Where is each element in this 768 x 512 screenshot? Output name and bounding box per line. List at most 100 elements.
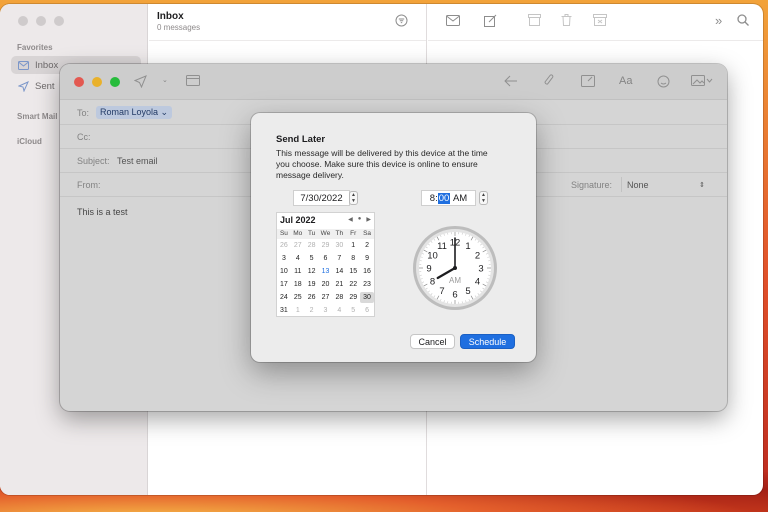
calendar-day[interactable]: 2 <box>305 305 319 316</box>
subject-input[interactable]: Test email <box>117 156 158 166</box>
calendar-day[interactable]: 24 <box>277 292 291 303</box>
calendar-day[interactable]: 29 <box>346 292 360 303</box>
cancel-button[interactable]: Cancel <box>410 334 455 349</box>
minimize-button[interactable] <box>92 77 102 87</box>
calendar-day[interactable]: 5 <box>305 253 319 264</box>
weekday-label: We <box>320 230 331 237</box>
calendar-weekday-header: Su Mo Tu We Th Fr Sa <box>277 229 374 239</box>
chevron-updown-icon: ⇕ <box>699 181 705 189</box>
zoom-button[interactable] <box>54 16 64 26</box>
date-input[interactable]: 7/30/2022 <box>293 190 350 206</box>
emoji-icon[interactable] <box>657 75 670 90</box>
calendar-day[interactable]: 4 <box>291 253 305 264</box>
clock-number: 5 <box>465 286 470 297</box>
calendar-day[interactable]: 22 <box>346 279 360 290</box>
today-dot-icon[interactable]: ● <box>358 216 362 223</box>
calendar-day[interactable]: 6 <box>360 305 374 316</box>
calendar-day[interactable]: 20 <box>319 279 333 290</box>
calendar-day[interactable]: 28 <box>332 292 346 303</box>
calendar-day[interactable]: 26 <box>305 292 319 303</box>
calendar-day[interactable]: 5 <box>346 305 360 316</box>
calendar-day[interactable]: 1 <box>291 305 305 316</box>
window-controls <box>74 77 120 87</box>
reply-icon[interactable] <box>504 75 518 89</box>
attachment-icon[interactable] <box>544 74 554 90</box>
format-text-icon[interactable]: Aa <box>619 75 632 87</box>
calendar-day[interactable]: 30 <box>360 292 374 303</box>
to-label: To: <box>77 108 90 118</box>
calendar-day[interactable]: 11 <box>291 266 305 277</box>
envelope-icon <box>17 59 29 71</box>
cc-label: Cc: <box>77 132 91 142</box>
calendar-day[interactable]: 27 <box>291 240 305 251</box>
calendar-day[interactable]: 9 <box>360 253 374 264</box>
calendar-day[interactable]: 12 <box>305 266 319 277</box>
recipient-token[interactable]: Roman Loyola ⌄ <box>96 106 173 119</box>
calendar-day[interactable]: 4 <box>332 305 346 316</box>
calendar-day[interactable]: 23 <box>360 279 374 290</box>
clock-number: 6 <box>452 290 457 301</box>
time-ampm[interactable]: AM <box>453 193 467 204</box>
calendar-day[interactable]: 13 <box>319 266 333 277</box>
calendar-month-label: Jul 2022 <box>280 215 316 225</box>
sidebar-section-favorites: Favorites <box>17 43 53 52</box>
send-icon[interactable] <box>133 75 147 90</box>
calendar-day[interactable]: 1 <box>346 240 360 251</box>
calendar-day[interactable]: 18 <box>291 279 305 290</box>
search-icon[interactable] <box>737 14 749 28</box>
clock-number: 1 <box>465 241 470 252</box>
calendar-day[interactable]: 6 <box>319 253 333 264</box>
calendar-day[interactable]: 8 <box>346 253 360 264</box>
calendar-day[interactable]: 15 <box>346 266 360 277</box>
calendar-day[interactable]: 25 <box>291 292 305 303</box>
calendar-day[interactable]: 29 <box>319 240 333 251</box>
calendar-day[interactable]: 3 <box>319 305 333 316</box>
calendar-day[interactable]: 26 <box>277 240 291 251</box>
archive-icon[interactable] <box>528 14 541 28</box>
minimize-button[interactable] <box>36 16 46 26</box>
chevron-down-icon[interactable]: ⌄ <box>162 76 168 84</box>
subject-label: Subject: <box>77 156 110 166</box>
more-chevron-icon[interactable]: » <box>715 14 722 27</box>
zoom-button[interactable] <box>110 77 120 87</box>
clock-number: 3 <box>478 264 483 275</box>
paper-plane-icon <box>17 80 29 92</box>
calendar-day[interactable]: 30 <box>332 240 346 251</box>
time-input[interactable]: 8:00 AM <box>421 190 476 206</box>
photo-browser-icon[interactable] <box>691 75 713 89</box>
trash-icon[interactable] <box>561 14 572 28</box>
time-stepper[interactable]: ▲ ▼ <box>479 191 488 205</box>
calendar-day[interactable]: 14 <box>332 266 346 277</box>
dialog-title: Send Later <box>276 134 326 145</box>
calendar-day[interactable]: 31 <box>277 305 291 316</box>
time-minute[interactable]: 00 <box>437 192 451 204</box>
schedule-button[interactable]: Schedule <box>460 334 515 349</box>
calendar-day[interactable]: 17 <box>277 279 291 290</box>
mailbox-title: Inbox <box>157 11 184 22</box>
calendar-day[interactable]: 21 <box>332 279 346 290</box>
analog-clock[interactable]: 121234567891011 AM <box>411 224 499 312</box>
calendar-day[interactable]: 10 <box>277 266 291 277</box>
calendar-day[interactable]: 16 <box>360 266 374 277</box>
filter-icon[interactable] <box>395 14 408 29</box>
calendar-day[interactable]: 7 <box>332 253 346 264</box>
header-fields-icon[interactable] <box>186 75 202 89</box>
previous-month-icon[interactable]: ◀ <box>348 216 353 223</box>
signature-label: Signature: <box>571 180 613 190</box>
junk-icon[interactable] <box>593 14 607 28</box>
close-button[interactable] <box>18 16 28 26</box>
calendar-day[interactable]: 3 <box>277 253 291 264</box>
message-body[interactable]: This is a test <box>77 207 128 217</box>
calendar-day[interactable]: 27 <box>319 292 333 303</box>
signature-select[interactable]: None ⇕ <box>621 177 709 192</box>
close-button[interactable] <box>74 77 84 87</box>
calendar-day[interactable]: 19 <box>305 279 319 290</box>
date-stepper[interactable]: ▲ ▼ <box>349 191 358 205</box>
envelope-icon[interactable] <box>446 15 460 28</box>
markup-icon[interactable] <box>581 75 595 89</box>
next-month-icon[interactable]: ▶ <box>366 216 371 223</box>
calendar-day[interactable]: 2 <box>360 240 374 251</box>
calendar-day[interactable]: 28 <box>305 240 319 251</box>
clock-number: 11 <box>437 241 447 252</box>
compose-icon[interactable] <box>484 14 497 29</box>
